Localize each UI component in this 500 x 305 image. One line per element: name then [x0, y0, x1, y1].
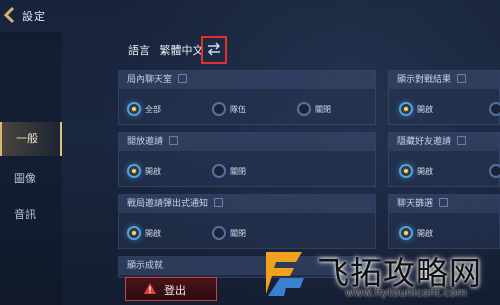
watermark-url: www.fiytounicont.com: [345, 286, 468, 299]
panel-show-results: 顯示對戰結果 開啟: [388, 70, 500, 125]
language-value: 繁體中文: [159, 44, 204, 57]
swap-arrows-icon: [207, 42, 221, 56]
radio-selected-icon: [399, 226, 413, 240]
panel-header: 聊天篩選: [389, 195, 499, 213]
panel-open-invite: 開放邀請 開啟 關閉: [118, 132, 376, 187]
back-chevron-icon[interactable]: [3, 6, 21, 24]
language-row: 語言 繁體中文: [128, 42, 210, 62]
option-label: 開啟: [145, 229, 161, 238]
sidebar: 一般 圖像 音訊: [0, 32, 62, 305]
option-label: 關閉: [230, 229, 246, 238]
panel-popup-notice: 戰局邀請彈出式通知 開啟 關閉: [118, 194, 376, 249]
panel-title: 局內聊天室: [127, 75, 173, 85]
radio-icon: [489, 102, 500, 116]
option-label: 全部: [145, 105, 161, 114]
option-label: 開啟: [145, 167, 161, 176]
panel-header: 開放邀請: [119, 133, 375, 151]
panel-header: 戰局邀請彈出式通知: [119, 195, 375, 213]
panel-title: 顯示成就: [127, 261, 164, 271]
radio-selected-icon: [127, 226, 141, 240]
panel-header: 顯示對戰結果: [389, 71, 499, 89]
radio-selected-icon: [127, 164, 141, 178]
sidebar-item-label: 一般: [16, 132, 38, 145]
radio-icon: [212, 164, 226, 178]
radio-selected-icon: [399, 164, 413, 178]
option-label: 開啟: [417, 167, 433, 176]
info-icon[interactable]: [457, 136, 467, 145]
panel-title: 戰局邀請彈出式通知: [127, 199, 209, 209]
info-icon[interactable]: [457, 74, 467, 83]
page-title: 設定: [22, 10, 46, 23]
panel-hide-invite: 隱藏好友邀請 開啟: [388, 132, 500, 187]
option-label: 關閉: [230, 167, 246, 176]
radio-icon: [489, 164, 500, 178]
sidebar-item-graphics[interactable]: 圖像: [0, 162, 62, 196]
radio-icon: [297, 102, 311, 116]
option-label: 關閉: [315, 105, 331, 114]
panel-chat-filter: 聊天篩選 開啟: [388, 194, 500, 249]
sidebar-item-general[interactable]: 一般: [0, 122, 62, 156]
panel-header: 局內聊天室: [119, 71, 375, 89]
info-icon[interactable]: [214, 198, 224, 207]
panel-title: 顯示對戰結果: [397, 75, 452, 85]
logout-button[interactable]: 登出: [125, 277, 217, 301]
radio-icon: [212, 226, 226, 240]
panel-title: 開放邀請: [127, 137, 164, 147]
top-bar: 設定: [0, 0, 500, 32]
info-icon[interactable]: [169, 136, 179, 145]
panel-header: 隱藏好友邀請: [389, 133, 499, 151]
info-icon[interactable]: [178, 74, 188, 83]
warning-icon: [144, 283, 156, 294]
panel-title: 隱藏好友邀請: [397, 137, 452, 147]
watermark-logo-icon: [266, 252, 304, 296]
option-label: 隊伍: [230, 105, 246, 114]
language-label: 語言: [128, 44, 150, 57]
radio-selected-icon: [127, 102, 141, 116]
watermark: 飞拓攻略网 www.fiytounicont.com: [245, 246, 500, 305]
option-label: 開啟: [417, 229, 433, 238]
radio-icon: [212, 102, 226, 116]
option-label: 開啟: [417, 105, 433, 114]
sidebar-item-label: 音訊: [14, 208, 36, 221]
radio-selected-icon: [399, 102, 413, 116]
sidebar-item-audio[interactable]: 音訊: [0, 198, 62, 232]
sidebar-item-label: 圖像: [14, 172, 36, 185]
logout-label: 登出: [164, 284, 186, 297]
language-switch-button[interactable]: [201, 36, 227, 64]
info-icon[interactable]: [439, 198, 449, 207]
panel-title: 聊天篩選: [397, 199, 434, 209]
panel-lobby-chat: 局內聊天室 全部 隊伍 關閉: [118, 70, 376, 125]
